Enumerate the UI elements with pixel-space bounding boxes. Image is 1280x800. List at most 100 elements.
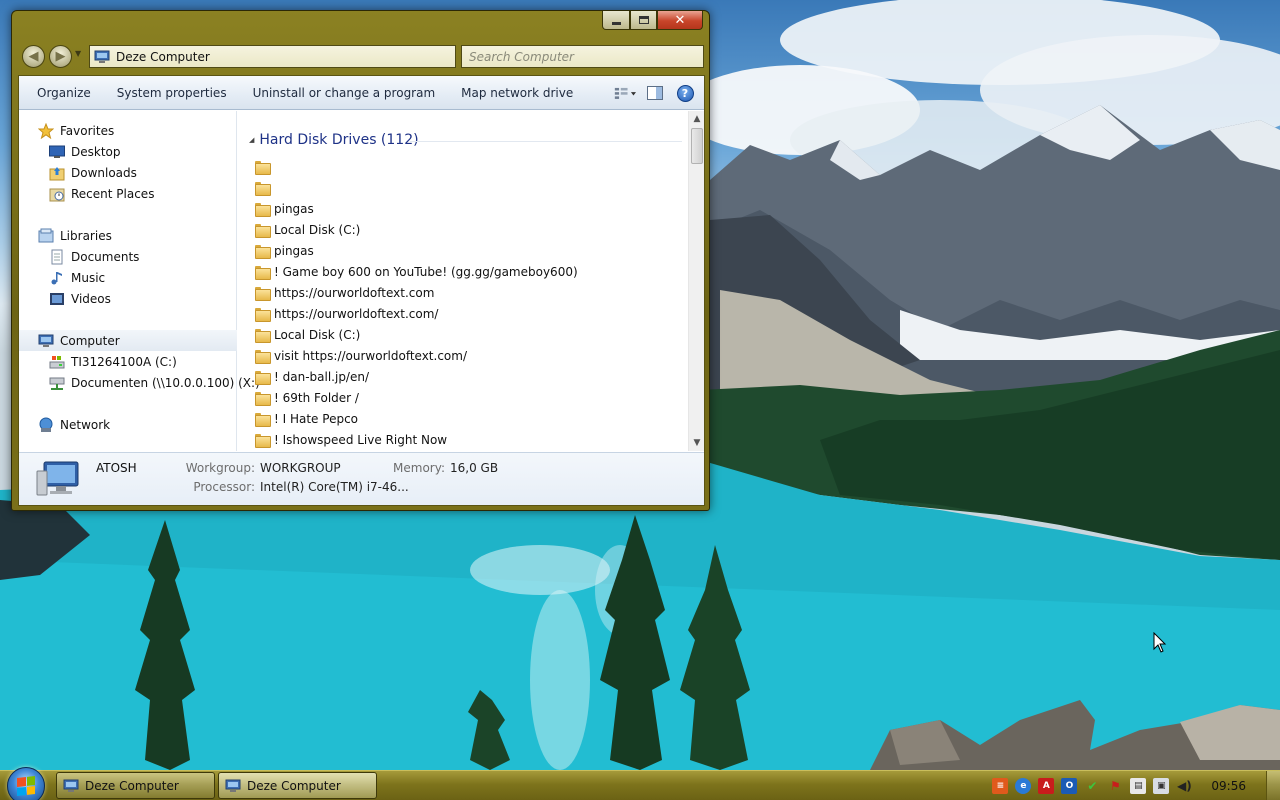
folder-icon (255, 223, 271, 238)
vertical-scrollbar[interactable]: ▲ ▼ (688, 111, 704, 451)
scrollbar-thumb[interactable] (691, 128, 703, 164)
map-network-drive-button[interactable]: Map network drive (449, 76, 587, 110)
list-item[interactable]: Local Disk (C:) (255, 324, 685, 345)
item-label: Local Disk (C:) (274, 222, 361, 237)
workgroup-value: WORKGROUP (260, 461, 341, 475)
organize-button[interactable]: Organize (19, 76, 105, 110)
flag-icon[interactable]: ⚑ (1107, 778, 1123, 794)
file-list: pingas Local Disk (C:) pingas ! Game boy… (255, 156, 685, 450)
change-view-button[interactable] (614, 82, 636, 104)
list-item[interactable]: ! Ishowspeed Live Right Now (255, 429, 685, 450)
nav-item-computer[interactable]: Computer (19, 330, 237, 351)
processor-value: Intel(R) Core(TM) i7-46... (260, 480, 409, 494)
nav-item-downloads[interactable]: Downloads (19, 162, 237, 183)
system-properties-button[interactable]: System properties (105, 76, 241, 110)
item-label: pingas (274, 201, 314, 216)
group-header[interactable]: ◢ Hard Disk Drives (112) (249, 132, 419, 148)
search-box[interactable] (461, 45, 704, 68)
list-item[interactable]: pingas (255, 198, 685, 219)
list-item[interactable] (255, 177, 685, 198)
list-item[interactable]: ! Game boy 600 on YouTube! (gg.gg/gamebo… (255, 261, 685, 282)
folder-icon (255, 307, 271, 322)
uninstall-program-button[interactable]: Uninstall or change a program (241, 76, 450, 110)
preview-pane-button[interactable] (644, 82, 666, 104)
list-item[interactable]: pingas (255, 240, 685, 261)
nav-item-music[interactable]: Music (19, 267, 237, 288)
folder-icon (255, 181, 271, 196)
item-label: pingas (274, 243, 314, 258)
nav-item-libraries[interactable]: Libraries (19, 225, 237, 246)
taskbar-clock[interactable]: 09:56 (1211, 779, 1246, 793)
nav-item-label: Music (71, 270, 106, 285)
check-icon[interactable]: ✔ (1084, 778, 1100, 794)
close-icon: ✕ (674, 12, 686, 28)
list-item[interactable]: https://ourworldoftext.com/ (255, 303, 685, 324)
nav-item-documents[interactable]: Documents (19, 246, 237, 267)
nav-group-network: Network (19, 414, 237, 435)
nav-item-local-drive[interactable]: TI31264100A (C:) (19, 351, 237, 372)
search-input[interactable] (469, 49, 703, 64)
taskbar-button-label: Deze Computer (85, 778, 179, 793)
computer-icon (63, 779, 79, 792)
memory-label: Memory: (393, 461, 445, 475)
recent-pages-dropdown[interactable]: ▼ (75, 49, 81, 58)
item-label: visit https://ourworldoftext.com/ (274, 348, 468, 363)
network-drive-icon (49, 375, 65, 391)
ie-icon[interactable]: e (1015, 777, 1032, 794)
volume-icon[interactable]: ◀) (1176, 778, 1192, 794)
scroll-down-button[interactable]: ▼ (689, 435, 705, 451)
nav-item-favorites[interactable]: Favorites (19, 120, 237, 141)
list-item[interactable]: https://ourworldoftext.com (255, 282, 685, 303)
taskbar-button-explorer-1[interactable]: Deze Computer (56, 772, 215, 799)
nav-item-label: Documents (71, 249, 140, 264)
explorer-window[interactable]: ✕ ◀ ▶ ▼ Deze Computer Organize System pr… (11, 10, 710, 511)
list-item[interactable]: ! dan-ball.jp/en/ (255, 366, 685, 387)
window-controls: ✕ (602, 11, 703, 30)
network-tray-icon[interactable]: ▣ (1153, 777, 1170, 794)
system-tray: ≡ e A O ✔ ⚑ ▤ ▣ ◀) 09:56 (992, 771, 1280, 800)
acrobat-icon[interactable]: A (1038, 777, 1055, 794)
minimize-icon (611, 21, 621, 25)
nav-item-label: Downloads (71, 165, 137, 180)
close-button[interactable]: ✕ (657, 11, 703, 30)
nav-item-desktop[interactable]: Desktop (19, 141, 237, 162)
forward-button[interactable]: ▶ (49, 45, 72, 68)
window-client-area: Organize System properties Uninstall or … (18, 75, 705, 506)
nav-group-libraries: Libraries Documents Music Videos (19, 225, 237, 309)
maximize-button[interactable] (630, 11, 657, 30)
list-item[interactable]: visit https://ourworldoftext.com/ (255, 345, 685, 366)
clipboard-icon[interactable]: ▤ (1130, 777, 1147, 794)
minimize-button[interactable] (602, 11, 630, 30)
nav-item-label: Desktop (71, 144, 121, 159)
nav-item-label: Libraries (60, 228, 112, 243)
collapse-triangle-icon: ◢ (249, 136, 255, 144)
libraries-icon (38, 228, 54, 244)
nav-item-network[interactable]: Network (19, 414, 237, 435)
nav-item-recent-places[interactable]: Recent Places (19, 183, 237, 204)
address-bar[interactable]: Deze Computer (89, 45, 456, 68)
address-text: Deze Computer (116, 49, 210, 64)
orange-app-icon[interactable]: ≡ (992, 777, 1009, 794)
desktop-icon (49, 144, 65, 160)
outlook-icon[interactable]: O (1061, 777, 1078, 794)
help-button[interactable]: ? (674, 82, 696, 104)
taskbar: Deze Computer Deze Computer ≡ e A O ✔ ⚑ … (0, 767, 1280, 800)
list-item[interactable]: ! 69th Folder / (255, 387, 685, 408)
taskbar-button-explorer-2[interactable]: Deze Computer (218, 772, 377, 799)
start-button[interactable] (7, 767, 45, 800)
item-label: ! 69th Folder / (274, 390, 359, 405)
nav-item-label: Favorites (60, 123, 115, 138)
nav-item-videos[interactable]: Videos (19, 288, 237, 309)
list-item[interactable] (255, 156, 685, 177)
folder-icon (255, 412, 271, 427)
nav-item-network-drive[interactable]: Documenten (\\10.0.0.100) (X:) (19, 372, 260, 393)
maximize-icon (638, 16, 649, 24)
list-item[interactable]: Local Disk (C:) (255, 219, 685, 240)
folder-icon (255, 328, 271, 343)
back-button[interactable]: ◀ (22, 45, 45, 68)
documents-icon (49, 249, 65, 265)
list-item[interactable]: ! I Hate Pepco (255, 408, 685, 429)
show-desktop-button[interactable] (1266, 771, 1280, 800)
scroll-up-button[interactable]: ▲ (689, 111, 705, 127)
item-label: https://ourworldoftext.com (274, 285, 435, 300)
